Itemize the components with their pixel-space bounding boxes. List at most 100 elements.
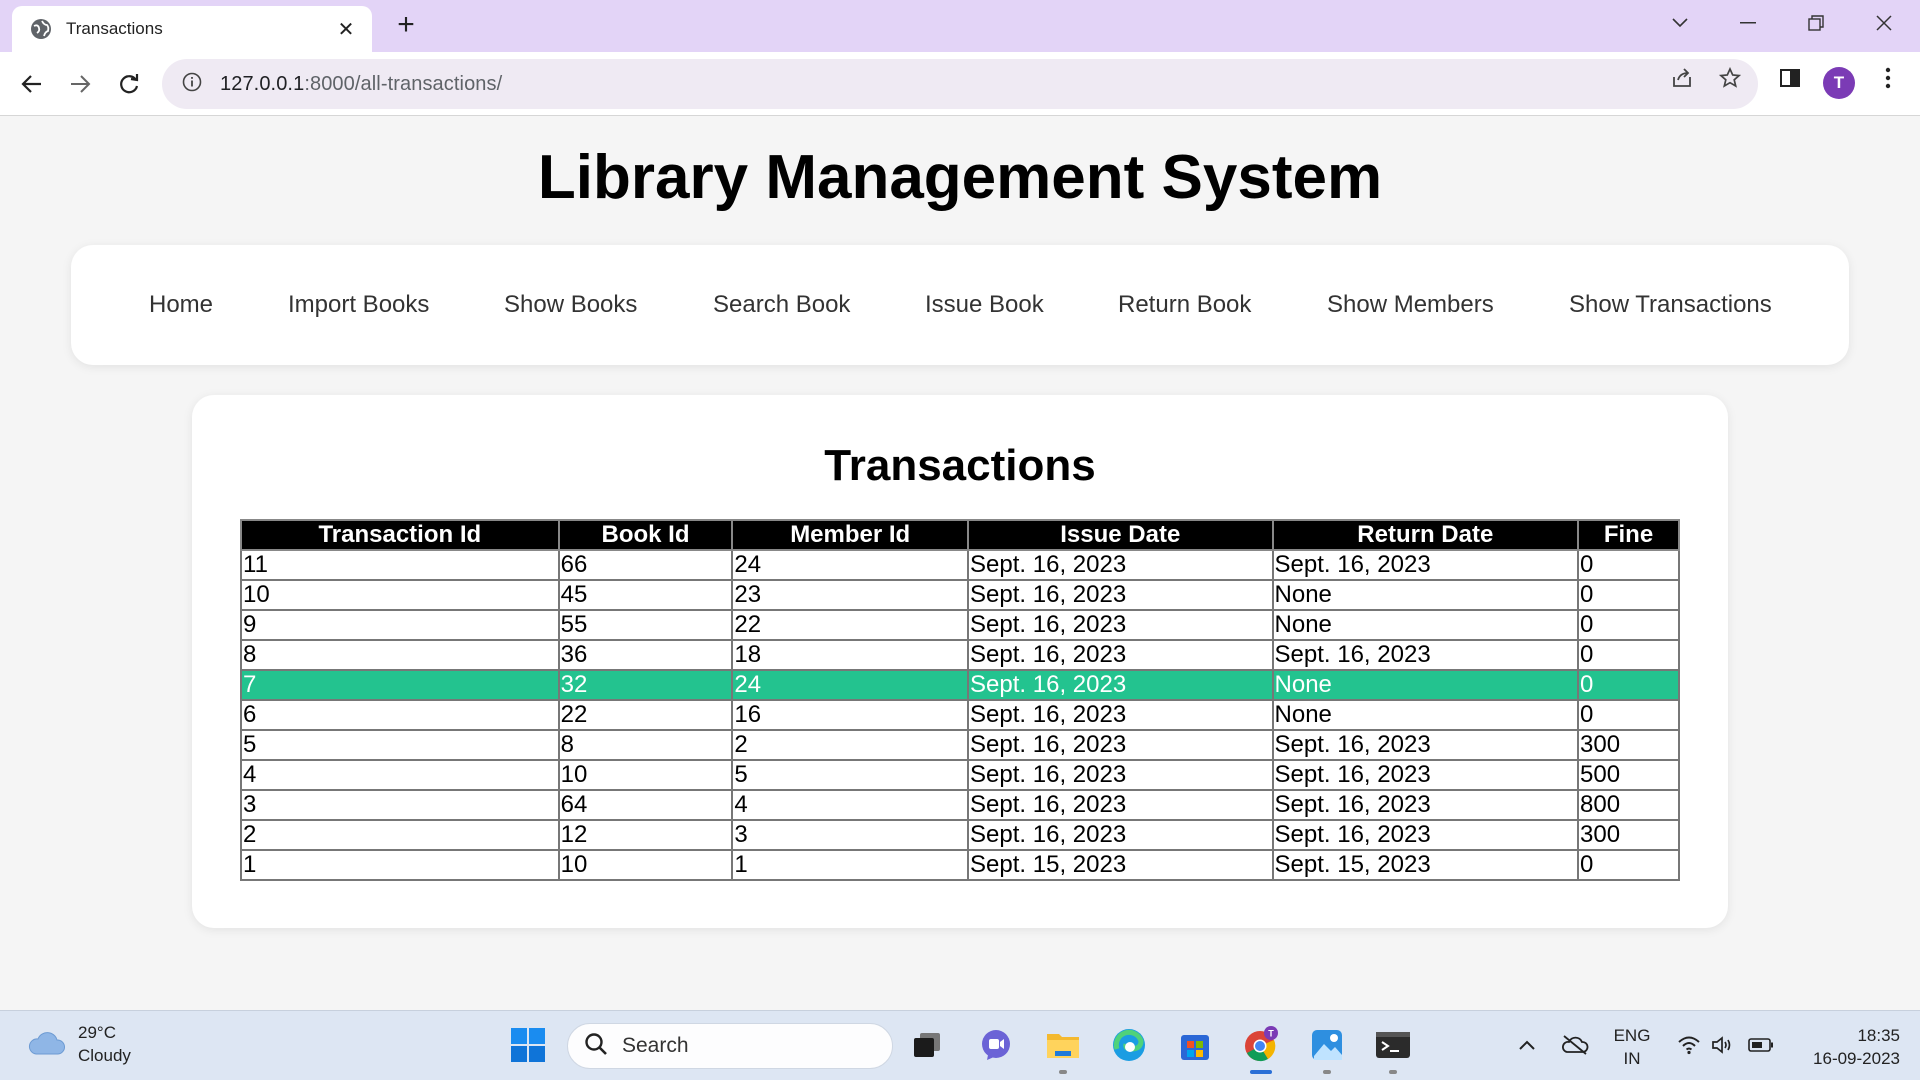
table-cell: Sept. 16, 2023 (967, 729, 1274, 761)
table-cell: 12 (557, 819, 734, 851)
nav-show-members[interactable]: Show Members (1327, 291, 1494, 319)
table-cell: 8 (240, 639, 560, 671)
new-tab-button[interactable]: + (390, 10, 422, 42)
table-cell: Sept. 16, 2023 (1271, 549, 1580, 581)
table-row: 3 64 4 Sept. 16, 2023 Sept. 16, 2023 800 (240, 789, 1680, 821)
restore-icon[interactable] (1796, 8, 1836, 38)
table-cell: Sept. 16, 2023 (967, 639, 1274, 671)
side-panel-icon[interactable] (1776, 64, 1804, 92)
table-cell: 23 (731, 579, 970, 611)
browser-tab-strip: Transactions ✕ + (0, 0, 1920, 52)
nav-search-book[interactable]: Search Book (713, 291, 850, 319)
table-cell: 36 (557, 639, 734, 671)
table-cell: 7 (240, 669, 560, 701)
photos-app-icon[interactable] (1306, 1024, 1348, 1066)
table-cell: 32 (557, 669, 734, 701)
table-cell: 66 (557, 549, 734, 581)
table-cell: Sept. 16, 2023 (1271, 729, 1580, 761)
nav-show-books[interactable]: Show Books (504, 291, 637, 319)
reload-icon[interactable] (111, 66, 147, 102)
table-row: 8 36 18 Sept. 16, 2023 Sept. 16, 2023 0 (240, 639, 1680, 671)
battery-icon[interactable] (1740, 1024, 1782, 1066)
table-cell: 0 (1577, 699, 1680, 731)
chrome-icon[interactable]: T (1240, 1024, 1282, 1066)
table-row: 7 32 24 Sept. 16, 2023 None 0 (240, 669, 1680, 701)
table-cell: 10 (557, 759, 734, 791)
nav-issue-book[interactable]: Issue Book (925, 291, 1044, 319)
teams-chat-icon[interactable] (975, 1024, 1017, 1066)
more-menu-icon[interactable] (1874, 64, 1902, 92)
table-cell: None (1271, 699, 1580, 731)
browser-tab-transactions[interactable]: Transactions ✕ (12, 6, 372, 52)
column-header: Fine (1577, 519, 1680, 551)
table-cell: Sept. 16, 2023 (967, 579, 1274, 611)
table-cell: 0 (1577, 579, 1680, 611)
table-cell: 500 (1577, 759, 1680, 791)
taskbar-search[interactable]: Search (567, 1023, 893, 1069)
table-cell: 300 (1577, 819, 1680, 851)
weather-widget[interactable]: 29°C Cloudy (26, 1021, 131, 1067)
edge-browser-icon[interactable] (1108, 1024, 1150, 1066)
table-row: 2 12 3 Sept. 16, 2023 Sept. 16, 2023 300 (240, 819, 1680, 851)
table-cell: 55 (557, 609, 734, 641)
table-cell: 800 (1577, 789, 1680, 821)
table-cell: Sept. 16, 2023 (967, 609, 1274, 641)
clock[interactable]: 18:35 16-09-2023 (1790, 1024, 1900, 1070)
language-code: ENG (1613, 1026, 1651, 1045)
table-cell: Sept. 16, 2023 (967, 789, 1274, 821)
running-indicator (1323, 1070, 1331, 1074)
volume-icon[interactable] (1702, 1024, 1744, 1066)
address-bar[interactable]: 127.0.0.1:8000/all-transactions/ (162, 59, 1758, 109)
table-row: 9 55 22 Sept. 16, 2023 None 0 (240, 609, 1680, 641)
nav-show-transactions[interactable]: Show Transactions (1569, 291, 1772, 319)
site-info-icon[interactable] (182, 72, 202, 97)
column-header: Book Id (557, 519, 734, 551)
nav-return-book[interactable]: Return Book (1118, 291, 1251, 319)
chevron-up-icon[interactable] (1506, 1024, 1548, 1066)
table-header-row: Transaction Id Book Id Member Id Issue D… (240, 519, 1680, 551)
table-cell: 4 (731, 789, 970, 821)
table-cell: 24 (731, 669, 970, 701)
onedrive-offline-icon[interactable] (1554, 1024, 1596, 1066)
table-cell: 22 (557, 699, 734, 731)
table-cell: 11 (240, 549, 560, 581)
terminal-icon[interactable] (1372, 1024, 1414, 1066)
tab-title: Transactions (66, 19, 163, 38)
table-cell: None (1271, 579, 1580, 611)
table-cell: 0 (1577, 849, 1680, 881)
search-icon (584, 1032, 608, 1061)
table-cell: 16 (731, 699, 970, 731)
running-indicator (1059, 1070, 1067, 1074)
table-cell: 4 (240, 759, 560, 791)
table-cell: 8 (557, 729, 734, 761)
forward-arrow-icon[interactable] (62, 66, 98, 102)
minimize-icon[interactable] (1728, 8, 1768, 38)
share-icon[interactable] (1668, 64, 1696, 92)
back-arrow-icon[interactable] (14, 66, 50, 102)
running-indicator (1389, 1070, 1397, 1074)
close-tab-icon[interactable]: ✕ (334, 17, 358, 42)
profile-avatar[interactable]: T (1823, 67, 1855, 99)
section-title: Transactions (824, 441, 1096, 490)
windows-start-icon[interactable] (507, 1024, 549, 1066)
main-navigation: Home Import Books Show Books Search Book… (71, 245, 1849, 365)
table-cell: Sept. 16, 2023 (967, 819, 1274, 851)
nav-home[interactable]: Home (149, 291, 213, 319)
task-view-icon[interactable] (906, 1024, 948, 1066)
weather-temperature: 29°C (78, 1023, 116, 1042)
active-app-indicator (1250, 1070, 1272, 1074)
table-row: 11 66 24 Sept. 16, 2023 Sept. 16, 2023 0 (240, 549, 1680, 581)
globe-icon (30, 18, 52, 40)
table-cell: 10 (557, 849, 734, 881)
column-header: Member Id (731, 519, 970, 551)
file-explorer-icon[interactable] (1042, 1024, 1084, 1066)
table-row: 6 22 16 Sept. 16, 2023 None 0 (240, 699, 1680, 731)
nav-import-books[interactable]: Import Books (288, 291, 429, 319)
microsoft-store-icon[interactable] (1174, 1024, 1216, 1066)
language-indicator[interactable]: ENG IN (1606, 1024, 1658, 1070)
bookmark-star-icon[interactable] (1716, 64, 1744, 92)
close-window-icon[interactable] (1864, 8, 1904, 38)
tab-search-chevron-icon[interactable] (1660, 8, 1700, 38)
table-cell: 64 (557, 789, 734, 821)
clock-date: 16-09-2023 (1813, 1049, 1900, 1068)
